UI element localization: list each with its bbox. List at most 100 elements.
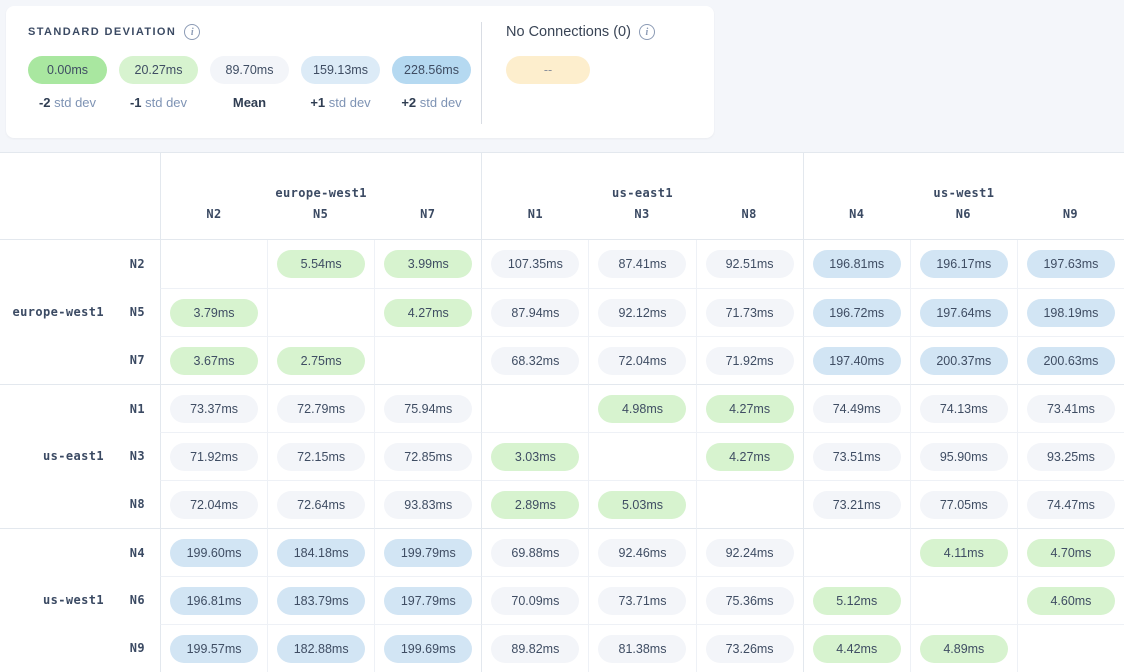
legend-pill: 89.70ms [210, 56, 289, 84]
latency-cell: 200.37ms [910, 336, 1017, 384]
latency-pill[interactable]: 183.79ms [277, 587, 365, 615]
latency-pill[interactable]: 200.37ms [920, 347, 1008, 375]
latency-pill[interactable]: 4.27ms [706, 395, 794, 423]
latency-pill[interactable]: 196.17ms [920, 250, 1008, 278]
latency-pill[interactable]: 199.60ms [170, 539, 258, 567]
latency-pill[interactable]: 196.72ms [813, 299, 901, 327]
latency-cell: 71.92ms [696, 336, 803, 384]
legend-card: STANDARD DEVIATION i 0.00ms -2 std dev 2… [6, 6, 714, 138]
latency-pill[interactable]: 87.41ms [598, 250, 686, 278]
latency-pill[interactable]: 87.94ms [491, 299, 579, 327]
row-header-node: N9 [123, 641, 145, 655]
latency-pill[interactable]: 3.03ms [491, 443, 579, 471]
latency-pill[interactable]: 93.83ms [384, 491, 472, 519]
latency-cell: 95.90ms [910, 432, 1017, 480]
latency-pill[interactable]: 72.04ms [598, 347, 686, 375]
latency-pill[interactable]: 73.41ms [1027, 395, 1115, 423]
latency-cell: 4.27ms [374, 288, 481, 336]
latency-pill[interactable]: 92.12ms [598, 299, 686, 327]
latency-cell [267, 288, 374, 336]
latency-pill[interactable]: 68.32ms [491, 347, 579, 375]
latency-pill[interactable]: 92.24ms [706, 539, 794, 567]
latency-pill[interactable]: 196.81ms [813, 250, 901, 278]
row-header-node: N5 [123, 305, 145, 319]
latency-pill[interactable]: 4.11ms [920, 539, 1008, 567]
latency-pill[interactable]: 5.54ms [277, 250, 365, 278]
latency-pill[interactable]: 5.03ms [598, 491, 686, 519]
latency-pill[interactable]: 72.79ms [277, 395, 365, 423]
latency-pill[interactable]: 4.27ms [706, 443, 794, 471]
latency-pill[interactable]: 3.79ms [170, 299, 258, 327]
latency-pill[interactable]: 4.98ms [598, 395, 686, 423]
info-icon[interactable]: i [639, 24, 655, 40]
latency-pill[interactable]: 184.18ms [277, 539, 365, 567]
latency-pill[interactable]: 197.40ms [813, 347, 901, 375]
latency-pill[interactable]: 75.94ms [384, 395, 472, 423]
latency-pill[interactable]: 107.35ms [491, 250, 579, 278]
latency-cell: 198.19ms [1017, 288, 1124, 336]
latency-pill[interactable]: 2.75ms [277, 347, 365, 375]
latency-pill[interactable]: 71.73ms [706, 299, 794, 327]
latency-pill[interactable]: 4.60ms [1027, 587, 1115, 615]
latency-pill[interactable]: 73.37ms [170, 395, 258, 423]
latency-pill[interactable]: 4.42ms [813, 635, 901, 663]
latency-pill[interactable]: 2.89ms [491, 491, 579, 519]
latency-pill[interactable]: 95.90ms [920, 443, 1008, 471]
latency-pill[interactable]: 71.92ms [170, 443, 258, 471]
latency-pill[interactable]: 72.15ms [277, 443, 365, 471]
legend-item-minus2: 0.00ms -2 std dev [28, 56, 107, 110]
latency-pill[interactable]: 73.71ms [598, 587, 686, 615]
latency-pill[interactable]: 69.88ms [491, 539, 579, 567]
latency-pill[interactable]: 198.19ms [1027, 299, 1115, 327]
latency-cell: 197.64ms [910, 288, 1017, 336]
latency-pill[interactable]: 70.09ms [491, 587, 579, 615]
latency-cell: 87.41ms [588, 240, 695, 288]
latency-pill[interactable]: 3.99ms [384, 250, 472, 278]
latency-pill[interactable]: 73.21ms [813, 491, 901, 519]
latency-pill[interactable]: 77.05ms [920, 491, 1008, 519]
latency-pill[interactable]: 92.46ms [598, 539, 686, 567]
latency-pill[interactable]: 72.85ms [384, 443, 472, 471]
latency-pill[interactable]: 81.38ms [598, 635, 686, 663]
legend-item-minus1: 20.27ms -1 std dev [119, 56, 198, 110]
stddev-legend: STANDARD DEVIATION i 0.00ms -2 std dev 2… [6, 6, 481, 138]
latency-pill[interactable]: 74.47ms [1027, 491, 1115, 519]
latency-cell: 73.71ms [588, 576, 695, 624]
latency-pill[interactable]: 73.51ms [813, 443, 901, 471]
latency-pill[interactable]: 200.63ms [1027, 347, 1115, 375]
latency-cell: 72.04ms [588, 336, 695, 384]
latency-cell: 74.49ms [803, 384, 910, 432]
latency-pill[interactable]: 4.89ms [920, 635, 1008, 663]
latency-cell [588, 432, 695, 480]
latency-cell: 183.79ms [267, 576, 374, 624]
info-icon[interactable]: i [184, 24, 200, 40]
latency-pill[interactable]: 182.88ms [277, 635, 365, 663]
latency-pill[interactable]: 199.79ms [384, 539, 472, 567]
latency-pill[interactable]: 197.63ms [1027, 250, 1115, 278]
latency-pill[interactable]: 75.36ms [706, 587, 794, 615]
latency-cell: 5.12ms [803, 576, 910, 624]
latency-pill[interactable]: 72.64ms [277, 491, 365, 519]
latency-cell: 73.41ms [1017, 384, 1124, 432]
latency-cell [160, 240, 267, 288]
latency-pill[interactable]: 5.12ms [813, 587, 901, 615]
latency-pill[interactable]: 196.81ms [170, 587, 258, 615]
latency-pill[interactable]: 93.25ms [1027, 443, 1115, 471]
latency-pill[interactable]: 197.79ms [384, 587, 472, 615]
latency-pill[interactable]: 71.92ms [706, 347, 794, 375]
latency-pill[interactable]: 74.49ms [813, 395, 901, 423]
latency-cell: 92.46ms [588, 528, 695, 576]
no-connections-legend: No Connections (0) i -- [482, 6, 714, 138]
latency-pill[interactable]: 199.57ms [170, 635, 258, 663]
latency-pill[interactable]: 4.27ms [384, 299, 472, 327]
latency-pill[interactable]: 73.26ms [706, 635, 794, 663]
latency-pill[interactable]: 199.69ms [384, 635, 472, 663]
latency-pill[interactable]: 92.51ms [706, 250, 794, 278]
latency-pill[interactable]: 74.13ms [920, 395, 1008, 423]
latency-pill[interactable]: 197.64ms [920, 299, 1008, 327]
latency-pill[interactable]: 89.82ms [491, 635, 579, 663]
latency-pill[interactable]: 4.70ms [1027, 539, 1115, 567]
latency-pill[interactable]: 72.04ms [170, 491, 258, 519]
latency-pill[interactable]: 3.67ms [170, 347, 258, 375]
latency-cell: 3.67ms [160, 336, 267, 384]
